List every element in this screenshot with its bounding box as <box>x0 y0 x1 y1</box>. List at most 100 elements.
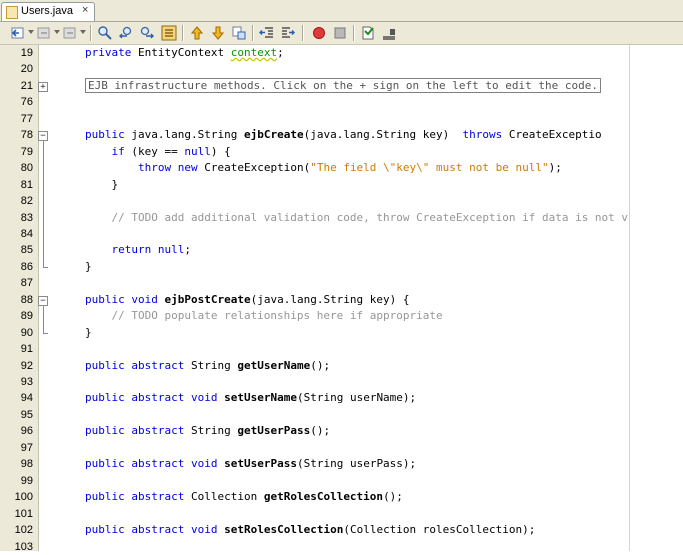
next-bookmark-icon[interactable] <box>210 25 226 41</box>
code-line[interactable]: public abstract Collection getRolesColle… <box>85 489 403 505</box>
code-token: if <box>111 144 125 158</box>
code-token: return <box>111 243 152 257</box>
line-number: 81 <box>20 178 33 191</box>
code-line[interactable]: public void ejbPostCreate(java.lang.Stri… <box>85 292 410 308</box>
file-tab[interactable]: Users.java × <box>1 2 95 21</box>
find-icon[interactable] <box>97 25 113 41</box>
find-next-icon[interactable] <box>139 25 155 41</box>
code-line[interactable]: public abstract void setRolesCollection(… <box>85 522 535 538</box>
toggle-highlight-icon[interactable] <box>161 25 177 41</box>
forward-icon[interactable] <box>62 25 78 41</box>
code-token: abstract <box>131 424 185 438</box>
find-previous-icon[interactable] <box>118 25 134 41</box>
editor-tab-bar: Users.java × <box>0 0 683 22</box>
code-token: getUserPass <box>237 424 311 438</box>
line-number: 93 <box>20 376 33 388</box>
code-token: String <box>184 424 238 438</box>
code-token: public <box>85 424 125 438</box>
code-token: void <box>131 292 158 306</box>
line-number: 76 <box>20 96 33 109</box>
line-number: 85 <box>20 244 33 257</box>
code-line[interactable]: public java.lang.String ejbCreate(java.l… <box>85 127 602 143</box>
code-token: context <box>230 46 278 59</box>
code-line[interactable]: // TODO populate relationships here if a… <box>85 308 442 324</box>
code-token: "The field \"key\" must not be null" <box>310 161 549 175</box>
code-line[interactable]: } <box>85 177 118 193</box>
line-number: 77 <box>20 112 33 125</box>
line-number: 102 <box>14 524 33 537</box>
code-token: public <box>85 128 125 142</box>
code-token: abstract <box>131 358 185 372</box>
code-line[interactable]: public abstract void setUserPass(String … <box>85 456 416 472</box>
collapse-fold-icon[interactable]: − <box>38 131 48 142</box>
line-number: 80 <box>20 162 33 175</box>
code-token: } <box>85 325 92 339</box>
line-number: 82 <box>20 195 33 208</box>
code-token: setUserName <box>224 391 297 405</box>
code-token: private <box>85 46 132 59</box>
stop-macro-icon[interactable] <box>332 25 348 41</box>
line-number: 97 <box>20 441 33 454</box>
code-token: setRolesCollection <box>224 523 344 537</box>
fold-end-marker <box>43 332 48 334</box>
code-line[interactable]: throw new CreateException("The field \"k… <box>85 160 562 176</box>
comment-icon[interactable] <box>360 25 376 41</box>
fold-guide-line <box>43 305 44 333</box>
toolbar-separator <box>302 25 304 41</box>
history-icon[interactable] <box>36 25 52 41</box>
shift-right-icon[interactable] <box>280 25 296 41</box>
code-line[interactable]: // TODO add additional validation code, … <box>85 210 628 226</box>
code-token: (String userName); <box>296 391 417 405</box>
close-tab-icon[interactable]: × <box>82 4 88 16</box>
code-token: ejbCreate <box>243 128 304 142</box>
code-line[interactable]: return null; <box>85 242 192 258</box>
code-token: abstract <box>131 391 185 405</box>
expand-fold-icon[interactable]: + <box>38 81 48 92</box>
back-icon[interactable] <box>10 25 26 41</box>
code-token: } <box>85 259 92 273</box>
code-line[interactable]: public abstract String getUserName(); <box>85 358 330 374</box>
code-line[interactable]: } <box>85 325 92 341</box>
code-line[interactable]: private EntityContext context; <box>85 45 284 61</box>
shift-left-icon[interactable] <box>259 25 275 41</box>
line-number-gutter[interactable]: 19 20 21 76 77 78 79 80 81 82 83 84 85 86 87 88 89 90 91 92… <box>0 45 39 553</box>
code-token: java.lang.String <box>124 128 244 142</box>
code-token: void <box>190 523 218 537</box>
collapse-fold-icon[interactable]: − <box>38 295 48 306</box>
fold-guide-line <box>43 141 44 267</box>
previous-bookmark-icon[interactable] <box>189 25 205 41</box>
code-token: Collection <box>184 490 264 504</box>
code-token: throw <box>137 161 172 175</box>
toggle-bookmark-icon[interactable] <box>231 25 247 41</box>
code-line[interactable]: public abstract String getUserPass(); <box>85 423 330 439</box>
code-token: abstract <box>131 457 185 471</box>
folded-code-placeholder[interactable]: EJB infrastructure methods. Click on the… <box>85 77 601 93</box>
code-line[interactable]: public abstract void setUserName(String … <box>85 390 416 406</box>
right-margin-line <box>629 45 630 551</box>
code-line[interactable]: if (key == null) { <box>85 144 231 160</box>
code-token: ; <box>184 243 191 257</box>
forward-dropdown[interactable] <box>80 30 86 34</box>
toolbar-separator <box>90 25 92 41</box>
history-dropdown[interactable] <box>54 30 60 34</box>
code-token: null <box>157 243 185 257</box>
start-macro-icon[interactable] <box>311 25 327 41</box>
line-number: 88 <box>20 293 33 306</box>
code-line[interactable]: } <box>85 259 92 275</box>
line-number: 79 <box>20 145 33 158</box>
code-token: abstract <box>131 490 185 504</box>
code-line[interactable]: EJB infrastructure methods. Click on the… <box>85 77 601 94</box>
line-number: 89 <box>20 310 33 323</box>
uncomment-icon[interactable] <box>381 25 397 41</box>
back-dropdown[interactable] <box>28 30 34 34</box>
code-token: void <box>190 457 218 471</box>
toolbar-separator <box>182 25 184 41</box>
